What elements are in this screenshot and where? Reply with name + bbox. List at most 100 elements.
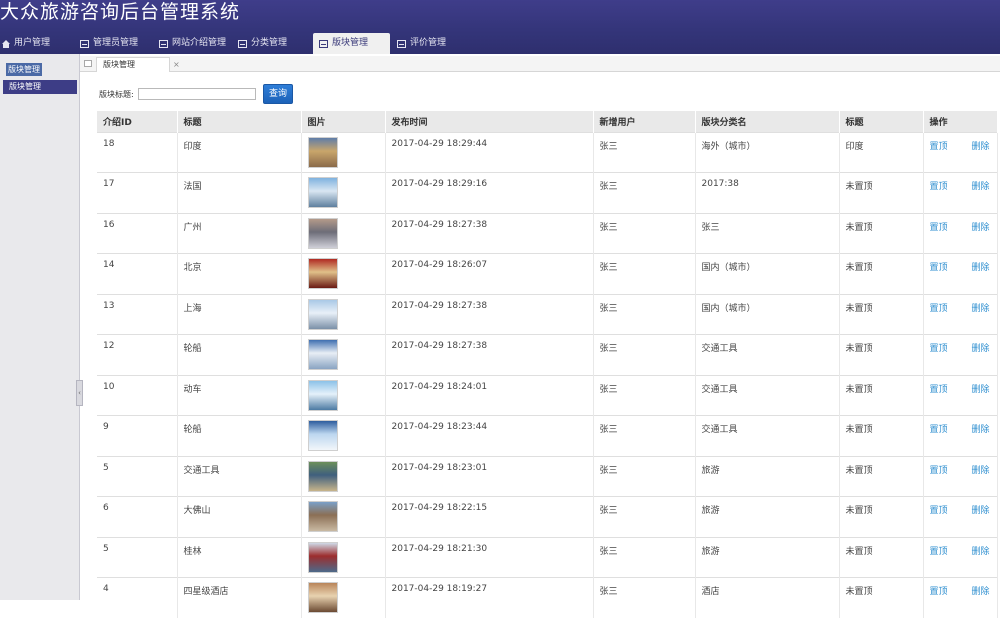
delete-link[interactable]: 删除 bbox=[972, 466, 990, 476]
sidebar-item-sections[interactable]: 版块管理 bbox=[3, 80, 77, 94]
thumbnail-image bbox=[308, 339, 338, 370]
cell-actions: 置顶 删除 bbox=[923, 497, 997, 538]
list-icon bbox=[159, 40, 168, 48]
table-row: 4四星级酒店2017-04-29 18:19:27张三酒店未置顶置顶删除 bbox=[97, 578, 997, 618]
cell-time: 2017-04-29 18:27:38 bbox=[385, 213, 593, 254]
search-button[interactable]: 查询 bbox=[263, 84, 293, 104]
list-icon bbox=[397, 40, 406, 48]
cell-actions: 置顶 删除 bbox=[923, 416, 997, 457]
cell-image bbox=[301, 213, 385, 254]
nav-item-categories[interactable]: 分类管理 bbox=[238, 33, 287, 54]
cell-title: 四星级酒店 bbox=[177, 578, 301, 618]
thumbnail-image bbox=[308, 582, 338, 613]
pin-top-link[interactable]: 置顶 bbox=[930, 506, 948, 516]
pin-top-link[interactable]: 置顶 bbox=[930, 587, 948, 597]
cell-status: 未置顶 bbox=[839, 416, 923, 457]
cell-user: 张三 bbox=[593, 335, 695, 376]
nav-label: 评价管理 bbox=[410, 33, 446, 54]
column-header-actions: 操作 bbox=[923, 111, 997, 132]
cell-time: 2017-04-29 18:23:44 bbox=[385, 416, 593, 457]
cell-status: 未置顶 bbox=[839, 375, 923, 416]
cell-category: 交通工具 bbox=[695, 416, 839, 457]
delete-link[interactable]: 删除 bbox=[972, 142, 990, 152]
delete-link[interactable]: 删除 bbox=[972, 263, 990, 273]
tab-home-icon[interactable] bbox=[84, 60, 92, 67]
column-header-user[interactable]: 新增用户 bbox=[593, 111, 695, 132]
delete-link[interactable]: 删除 bbox=[972, 223, 990, 233]
delete-link[interactable]: 删除 bbox=[972, 182, 990, 192]
column-header-title[interactable]: 标题 bbox=[177, 111, 301, 132]
table-row: 9轮船2017-04-29 18:23:44张三交通工具未置顶置顶删除 bbox=[97, 416, 997, 457]
thumbnail-image bbox=[308, 137, 338, 168]
delete-link[interactable]: 删除 bbox=[972, 385, 990, 395]
cell-user: 张三 bbox=[593, 416, 695, 457]
search-label: 版块标题: bbox=[99, 89, 134, 100]
cell-category: 2017:38 bbox=[695, 173, 839, 214]
pin-top-link[interactable]: 置顶 bbox=[930, 425, 948, 435]
cell-status: 未置顶 bbox=[839, 213, 923, 254]
delete-link[interactable]: 删除 bbox=[972, 344, 990, 354]
pin-top-link[interactable]: 置顶 bbox=[930, 344, 948, 354]
sidebar: 版块管理 版块管理 bbox=[0, 54, 80, 600]
sidebar-title: 版块管理 bbox=[6, 63, 42, 76]
column-header-status[interactable]: 标题 bbox=[839, 111, 923, 132]
table-row: 16广州2017-04-29 18:27:38张三张三未置顶置顶删除 bbox=[97, 213, 997, 254]
delete-link[interactable]: 删除 bbox=[972, 304, 990, 314]
pin-top-link[interactable]: 置顶 bbox=[930, 182, 948, 192]
close-icon[interactable]: × bbox=[173, 60, 180, 70]
sidebar-collapse-handle[interactable]: ‹ bbox=[76, 380, 83, 406]
cell-title: 交通工具 bbox=[177, 456, 301, 497]
cell-time: 2017-04-29 18:29:16 bbox=[385, 173, 593, 214]
cell-actions: 置顶 删除 bbox=[923, 335, 997, 376]
pin-top-link[interactable]: 置顶 bbox=[930, 466, 948, 476]
list-icon bbox=[80, 40, 89, 48]
column-header-time[interactable]: 发布时间 bbox=[385, 111, 593, 132]
pin-top-link[interactable]: 置顶 bbox=[930, 223, 948, 233]
cell-category: 旅游 bbox=[695, 497, 839, 538]
nav-label: 版块管理 bbox=[332, 33, 368, 54]
cell-actions: 置顶 删除 bbox=[923, 578, 997, 618]
cell-image bbox=[301, 132, 385, 173]
pin-top-link[interactable]: 置顶 bbox=[930, 263, 948, 273]
cell-actions: 置顶 删除 bbox=[923, 375, 997, 416]
column-header-category[interactable]: 版块分类名 bbox=[695, 111, 839, 132]
thumbnail-image bbox=[308, 177, 338, 208]
thumbnail-image bbox=[308, 218, 338, 249]
nav-item-reviews[interactable]: 评价管理 bbox=[397, 33, 446, 54]
cell-image bbox=[301, 375, 385, 416]
nav-label: 管理员管理 bbox=[93, 33, 138, 54]
table-row: 12轮船2017-04-29 18:27:38张三交通工具未置顶置顶删除 bbox=[97, 335, 997, 376]
nav-item-site-intro[interactable]: 网站介绍管理 bbox=[159, 33, 226, 54]
pin-top-link[interactable]: 置顶 bbox=[930, 547, 948, 557]
cell-title: 印度 bbox=[177, 132, 301, 173]
cell-time: 2017-04-29 18:27:38 bbox=[385, 294, 593, 335]
cell-title: 轮船 bbox=[177, 335, 301, 376]
pin-top-link[interactable]: 置顶 bbox=[930, 304, 948, 314]
nav-item-users[interactable]: 用户管理 bbox=[2, 33, 50, 54]
cell-category: 交通工具 bbox=[695, 375, 839, 416]
delete-link[interactable]: 删除 bbox=[972, 547, 990, 557]
section-title-search-input[interactable] bbox=[138, 88, 256, 100]
cell-user: 张三 bbox=[593, 578, 695, 618]
cell-actions: 置顶 删除 bbox=[923, 132, 997, 173]
tab-sections[interactable]: 版块管理 × bbox=[96, 57, 170, 72]
nav-label: 网站介绍管理 bbox=[172, 33, 226, 54]
delete-link[interactable]: 删除 bbox=[972, 506, 990, 516]
delete-link[interactable]: 删除 bbox=[972, 425, 990, 435]
cell-actions: 置顶 删除 bbox=[923, 456, 997, 497]
cell-category: 国内（城市） bbox=[695, 254, 839, 295]
cell-category: 海外（城市） bbox=[695, 132, 839, 173]
column-header-image[interactable]: 图片 bbox=[301, 111, 385, 132]
cell-id: 17 bbox=[97, 173, 177, 214]
pin-top-link[interactable]: 置顶 bbox=[930, 142, 948, 152]
column-header-id[interactable]: 介绍ID bbox=[97, 111, 177, 132]
nav-item-admins[interactable]: 管理员管理 bbox=[80, 33, 138, 54]
list-icon bbox=[319, 40, 328, 48]
pin-top-link[interactable]: 置顶 bbox=[930, 385, 948, 395]
cell-id: 9 bbox=[97, 416, 177, 457]
nav-item-sections[interactable]: 版块管理 bbox=[313, 33, 390, 54]
cell-time: 2017-04-29 18:19:27 bbox=[385, 578, 593, 618]
cell-user: 张三 bbox=[593, 537, 695, 578]
cell-user: 张三 bbox=[593, 497, 695, 538]
delete-link[interactable]: 删除 bbox=[972, 587, 990, 597]
